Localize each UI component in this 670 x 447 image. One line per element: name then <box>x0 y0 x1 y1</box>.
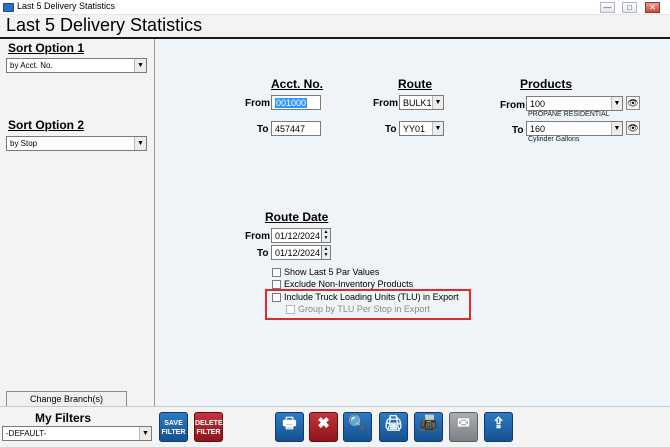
spin-down-icon[interactable]: ▼ <box>322 235 330 241</box>
sort-option-2-select[interactable]: by Stop ▼ <box>6 136 147 151</box>
export-button[interactable]: ⇪ <box>484 412 513 442</box>
route-date-to-input[interactable]: 01/12/2024 <box>271 245 322 260</box>
route-date-from-input[interactable]: 01/12/2024 <box>271 228 322 243</box>
products-from-select[interactable]: 100 ▼ <box>526 96 623 111</box>
products-to-select[interactable]: 160 ▼ <box>526 121 623 136</box>
change-branch-button[interactable]: Change Branch(s) <box>6 391 127 407</box>
acct-to-label: To <box>257 124 269 135</box>
chevron-down-icon: ▼ <box>611 122 622 135</box>
show-last5-checkbox[interactable] <box>272 268 281 277</box>
search-icon: 🔍 <box>348 415 367 432</box>
route-heading: Route <box>398 77 432 91</box>
search-button[interactable]: 🔍 <box>343 412 372 442</box>
route-to-select[interactable]: YY01 ▼ <box>399 121 444 136</box>
save-filter-button[interactable]: SAVE FILTER <box>159 412 188 442</box>
acct-to-input[interactable]: 457447 <box>271 121 321 136</box>
close-icon: ✖ <box>317 415 330 432</box>
printer-icon: 🖶 <box>282 415 297 432</box>
spin-down-icon[interactable]: ▼ <box>322 252 330 258</box>
print-button[interactable]: 🖶 <box>275 412 304 442</box>
chevron-down-icon: ▼ <box>134 137 146 150</box>
sort-option-1-select[interactable]: by Acct. No. ▼ <box>6 58 147 73</box>
sort-option-1-value: by Acct. No. <box>10 61 53 70</box>
exclude-noninventory-checkbox[interactable] <box>272 280 281 289</box>
cancel-button[interactable]: ✖ <box>309 412 338 442</box>
route-to-label: To <box>385 124 397 135</box>
exclude-noninventory-label: Exclude Non-Inventory Products <box>284 279 414 289</box>
acct-no-heading: Acct. No. <box>271 77 324 91</box>
products-from-description: PROPANE RESIDENTIAL <box>528 111 610 118</box>
print-help-button[interactable]: 🖨 <box>379 412 408 442</box>
chevron-down-icon: ▼ <box>611 97 622 110</box>
sort-option-1-label: Sort Option 1 <box>8 41 84 55</box>
products-to-label: To <box>512 125 524 136</box>
route-date-from-spinner[interactable]: ▲ ▼ <box>322 228 331 243</box>
products-to-value: 160 <box>530 124 546 134</box>
route-date-from-label: From <box>245 231 270 242</box>
route-date-heading: Route Date <box>265 210 329 224</box>
close-button[interactable]: ✕ <box>645 2 660 13</box>
fax-icon: 📠 <box>419 415 438 432</box>
route-date-to-spinner[interactable]: ▲ ▼ <box>322 245 331 260</box>
delete-filter-button[interactable]: DELETE FILTER <box>194 412 223 442</box>
chevron-down-icon: ▼ <box>134 59 146 72</box>
products-from-label: From <box>500 100 525 111</box>
binoculars-icon[interactable]: 👁 <box>626 121 640 135</box>
route-to-value: YY01 <box>403 124 426 134</box>
window-title: Last 5 Delivery Statistics <box>17 1 116 11</box>
sort-option-2-value: by Stop <box>10 139 38 148</box>
minimize-button[interactable]: — <box>600 2 615 13</box>
page-title: Last 5 Delivery Statistics <box>6 15 203 35</box>
maximize-button[interactable]: □ <box>622 2 637 13</box>
my-filters-select[interactable]: -DEFAULT- ▼ <box>2 426 152 441</box>
acct-from-input[interactable]: 001000 <box>271 95 321 110</box>
app-icon <box>3 3 14 12</box>
email-button[interactable]: ✉ <box>449 412 478 442</box>
show-last5-label: Show Last 5 Par Values <box>284 267 380 277</box>
sort-option-2-label: Sort Option 2 <box>8 118 84 132</box>
fax-button[interactable]: 📠 <box>414 412 443 442</box>
email-icon: ✉ <box>457 415 470 432</box>
export-icon: ⇪ <box>492 415 505 432</box>
print-help-icon: 🖨 <box>383 415 404 432</box>
chevron-down-icon: ▼ <box>139 427 151 440</box>
my-filters-value: -DEFAULT- <box>6 429 47 438</box>
left-panel <box>0 39 155 406</box>
highlight-box <box>265 289 471 320</box>
my-filters-label: My Filters <box>35 411 92 425</box>
route-from-value: BULK1 <box>403 98 432 108</box>
route-from-label: From <box>373 98 398 109</box>
products-from-value: 100 <box>530 99 546 109</box>
chevron-down-icon: ▼ <box>432 96 443 109</box>
products-heading: Products <box>520 77 573 91</box>
binoculars-icon[interactable]: 👁 <box>626 96 640 110</box>
chevron-down-icon: ▼ <box>432 122 443 135</box>
route-date-to-label: To <box>257 248 269 259</box>
products-to-description: Cylinder Gallons <box>528 136 580 143</box>
acct-from-label: From <box>245 98 270 109</box>
route-from-select[interactable]: BULK1 ▼ <box>399 95 444 110</box>
